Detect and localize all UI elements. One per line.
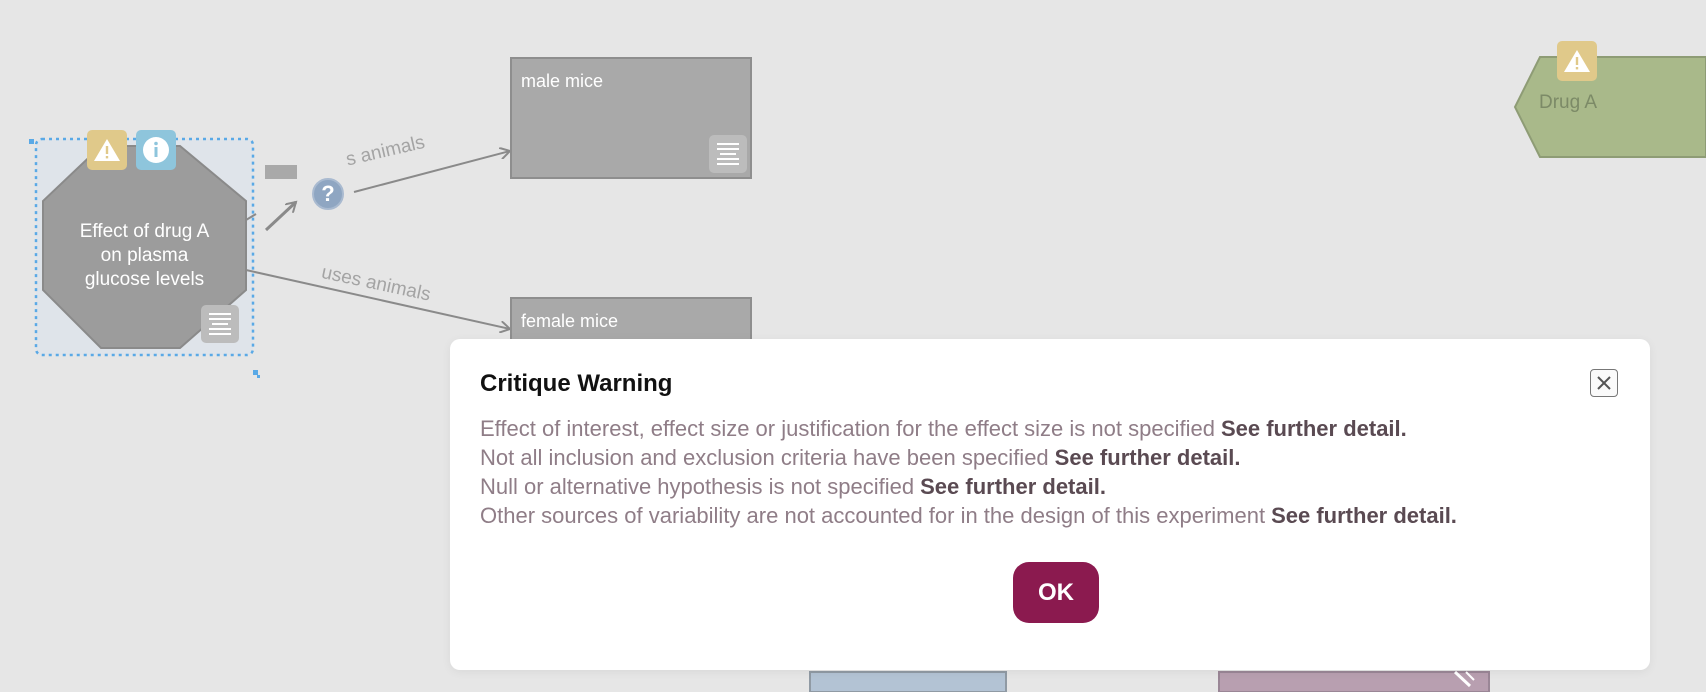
see-further-detail-link[interactable]: See further detail. — [920, 474, 1106, 499]
experiment-label-line: Effect of drug A — [79, 221, 210, 242]
edge-handle[interactable] — [265, 165, 297, 179]
critique-item: Effect of interest, effect size or justi… — [480, 414, 1457, 443]
partial-node-purple[interactable] — [1218, 671, 1490, 692]
experiment-label-line: glucose levels — [84, 269, 205, 290]
see-further-detail-link[interactable]: See further detail. — [1055, 445, 1241, 470]
partial-node-blue[interactable] — [809, 671, 1007, 692]
male-mice-node[interactable]: male mice — [510, 57, 752, 179]
experiment-label-line: on plasma — [100, 245, 189, 266]
female-mice-label: female mice — [521, 311, 619, 331]
selection-handle[interactable] — [29, 139, 34, 144]
experiment-node-label: Effect of drug A on plasma glucose level… — [43, 220, 246, 292]
ok-button[interactable]: OK — [1013, 562, 1099, 623]
warning-triangle-icon[interactable] — [1557, 41, 1597, 81]
critique-item: Other sources of variability are not acc… — [480, 501, 1457, 530]
drug-node-label: Drug A — [1539, 92, 1598, 113]
critique-item: Null or alternative hypothesis is not sp… — [480, 472, 1457, 501]
see-further-detail-link[interactable]: See further detail. — [1271, 503, 1457, 528]
question-icon[interactable]: ? — [312, 178, 344, 210]
critique-warning-dialog: Critique Warning Effect of interest, eff… — [450, 339, 1650, 670]
warning-triangle-icon[interactable] — [87, 130, 127, 170]
critique-list: Effect of interest, effect size or justi… — [480, 414, 1457, 530]
close-icon[interactable] — [1590, 369, 1618, 397]
info-icon[interactable] — [136, 130, 176, 170]
note-lines-icon[interactable] — [201, 305, 239, 343]
dialog-title: Critique Warning — [480, 370, 673, 397]
critique-item: Not all inclusion and exclusion criteria… — [480, 443, 1457, 472]
male-mice-label: male mice — [521, 71, 604, 91]
critique-text: Effect of interest, effect size or justi… — [480, 416, 1215, 441]
critique-text: Not all inclusion and exclusion criteria… — [480, 445, 1049, 470]
create-link-arrow[interactable] — [264, 202, 296, 232]
critique-text: Other sources of variability are not acc… — [480, 503, 1266, 528]
resize-handle-dot[interactable] — [257, 375, 260, 378]
critique-text: Null or alternative hypothesis is not sp… — [480, 474, 915, 499]
note-lines-icon[interactable] — [709, 135, 747, 173]
resize-handle[interactable] — [253, 370, 258, 375]
see-further-detail-link[interactable]: See further detail. — [1221, 416, 1407, 441]
